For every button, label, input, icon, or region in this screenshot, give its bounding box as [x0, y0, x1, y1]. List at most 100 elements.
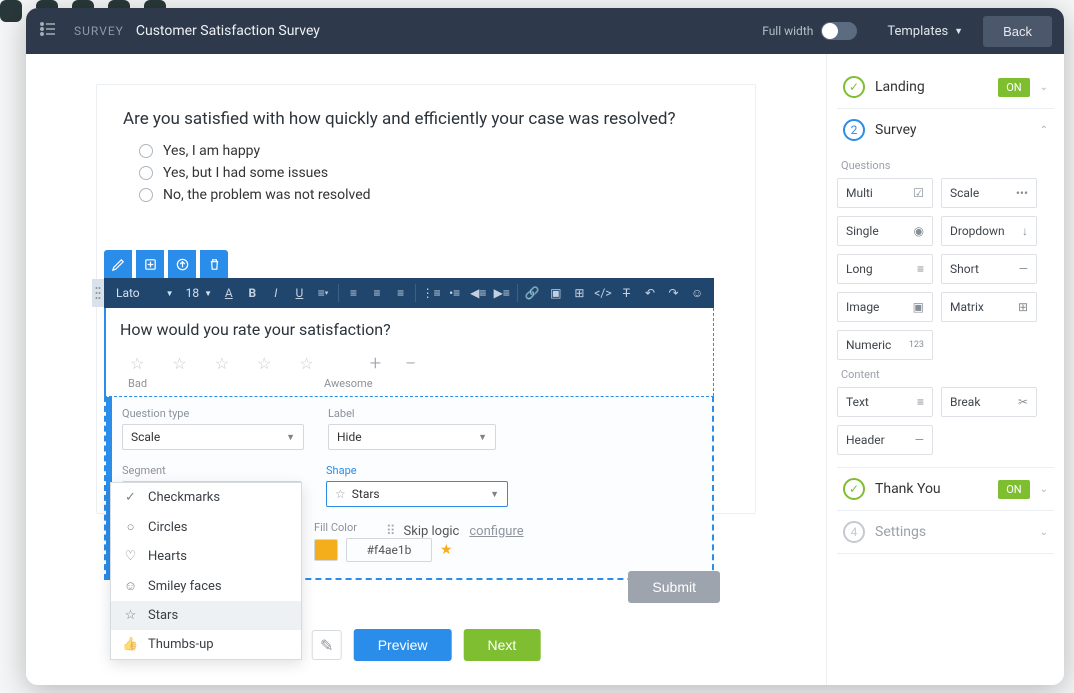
image-icon: ▣: [913, 300, 924, 314]
break-icon: ✂: [1018, 395, 1028, 409]
option-row[interactable]: No, the problem was not resolved: [139, 187, 729, 203]
scale-max-label: Awesome: [324, 377, 373, 390]
skip-logic-label: Skip logic: [404, 524, 460, 539]
dots-icon: •••: [1016, 186, 1028, 200]
step-landing[interactable]: ✓ Landing ON ⌄: [837, 66, 1054, 109]
on-badge: ON: [998, 78, 1029, 97]
theme-icon[interactable]: ✎: [312, 630, 342, 660]
qtype-matrix[interactable]: Matrix⊞: [941, 292, 1037, 322]
label-mode-select[interactable]: Hide▼: [328, 424, 496, 450]
shape-option-hearts[interactable]: ♡Hearts: [111, 542, 301, 571]
upload-icon[interactable]: [168, 250, 196, 278]
skip-logic-configure-link[interactable]: configure: [469, 524, 523, 539]
ctype-header[interactable]: Header—: [837, 425, 933, 455]
font-family-select[interactable]: Lato▼: [110, 286, 180, 300]
option-row[interactable]: Yes, I am happy: [139, 143, 729, 159]
italic-icon[interactable]: I: [265, 282, 287, 304]
chevron-down-icon: ⌄: [1040, 82, 1048, 93]
radio-icon: ◉: [914, 224, 924, 238]
color-hex-input[interactable]: #f4ae1b: [346, 538, 432, 562]
full-width-toggle[interactable]: [821, 22, 857, 40]
color-swatch[interactable]: [314, 539, 338, 561]
option-row[interactable]: Yes, but I had some issues: [139, 165, 729, 181]
question-type-select[interactable]: Scale▼: [122, 424, 304, 450]
duplicate-icon[interactable]: [136, 250, 164, 278]
shape-option-circles[interactable]: ○Circles: [111, 512, 301, 542]
qtype-short[interactable]: Short—: [941, 254, 1037, 284]
thumbs-up-icon: 👍: [123, 637, 138, 652]
indent-icon[interactable]: ▶≡: [491, 282, 513, 304]
star-preview-icon: ★: [440, 542, 453, 558]
back-button[interactable]: Back: [983, 16, 1052, 47]
on-badge: ON: [998, 480, 1029, 499]
ctype-break[interactable]: Break✂: [941, 387, 1037, 417]
qtype-long[interactable]: Long≡: [837, 254, 933, 284]
code-icon[interactable]: </>: [592, 282, 614, 304]
ol-icon[interactable]: ⋮≡: [420, 282, 442, 304]
right-panel: ✓ Landing ON ⌄ 2 Survey ⌃ Questions Mult…: [826, 54, 1064, 685]
align-left-icon[interactable]: ≡: [343, 282, 365, 304]
star-icon[interactable]: ☆: [257, 354, 271, 373]
templates-dropdown[interactable]: Templates▼: [887, 24, 963, 39]
star-icon[interactable]: ☆: [215, 354, 229, 373]
table-icon[interactable]: ⊞: [569, 282, 591, 304]
text-icon: ≡: [917, 395, 924, 409]
remove-star-icon[interactable]: −: [405, 351, 416, 375]
shape-option-stars[interactable]: ☆Stars: [111, 601, 301, 630]
submit-button[interactable]: Submit: [628, 571, 720, 603]
breadcrumb-label: SURVEY: [74, 24, 124, 38]
step-settings[interactable]: 4 Settings ⌄: [837, 511, 1054, 554]
drag-handle-icon[interactable]: [92, 279, 104, 307]
star-icon[interactable]: ☆: [299, 354, 313, 373]
menu-icon[interactable]: [38, 19, 58, 43]
field-label: Shape: [326, 464, 508, 477]
add-star-icon[interactable]: +: [370, 351, 381, 375]
qtype-numeric[interactable]: Numeric123: [837, 330, 933, 360]
outdent-icon[interactable]: ◀≡: [467, 282, 489, 304]
preview-button[interactable]: Preview: [354, 629, 452, 661]
numeric-icon: 123: [909, 340, 924, 350]
qtype-multi[interactable]: Multi☑: [837, 178, 933, 208]
align-right-icon[interactable]: ≡: [390, 282, 412, 304]
star-icon[interactable]: ☆: [130, 354, 144, 373]
qtype-dropdown[interactable]: Dropdown↓: [941, 216, 1037, 246]
clear-format-icon[interactable]: T: [616, 282, 638, 304]
ul-icon[interactable]: •≡: [444, 282, 466, 304]
ctype-text[interactable]: Text≡: [837, 387, 933, 417]
underline-icon[interactable]: U: [289, 282, 311, 304]
image-icon[interactable]: ▣: [545, 282, 567, 304]
step-number-icon: 2: [843, 119, 865, 141]
undo-icon[interactable]: ↶: [639, 282, 661, 304]
star-icon: ☆: [123, 608, 138, 623]
redo-icon[interactable]: ↷: [663, 282, 685, 304]
link-icon[interactable]: 🔗: [522, 282, 544, 304]
shape-select[interactable]: ☆Stars▼: [326, 481, 508, 507]
topbar: SURVEY Customer Satisfaction Survey Full…: [26, 8, 1064, 54]
radio-icon: [139, 166, 153, 180]
star-icon[interactable]: ☆: [172, 354, 186, 373]
question-2-text[interactable]: How would you rate your satisfaction?: [120, 320, 699, 339]
shape-option-checkmarks[interactable]: ✓Checkmarks: [111, 483, 301, 512]
qtype-scale[interactable]: Scale•••: [941, 178, 1037, 208]
emoji-icon[interactable]: ☺: [686, 282, 708, 304]
line-height-icon[interactable]: ≡▾: [312, 282, 334, 304]
qtype-image[interactable]: Image▣: [837, 292, 933, 322]
step-thankyou[interactable]: ✓ Thank You ON ⌄: [837, 467, 1054, 511]
qtype-single[interactable]: Single◉: [837, 216, 933, 246]
edit-icon[interactable]: [104, 250, 132, 278]
shape-option-smiley[interactable]: ☺Smiley faces: [111, 571, 301, 601]
font-size-select[interactable]: 18▼: [182, 286, 216, 300]
content-section-label: Content: [841, 368, 1054, 381]
align-center-icon[interactable]: ≡: [366, 282, 388, 304]
bold-icon[interactable]: B: [242, 282, 264, 304]
chevron-up-icon: ⌃: [1040, 125, 1048, 136]
next-button[interactable]: Next: [464, 629, 541, 661]
question-1-text: Are you satisfied with how quickly and e…: [123, 109, 729, 129]
font-color-icon[interactable]: A: [218, 282, 240, 304]
field-label: Label: [328, 407, 496, 420]
full-width-label: Full width: [762, 24, 813, 38]
step-survey[interactable]: 2 Survey ⌃: [837, 109, 1054, 151]
checkmark-icon: ✓: [123, 490, 138, 505]
shape-option-thumbs[interactable]: 👍Thumbs-up: [111, 630, 301, 659]
delete-icon[interactable]: [200, 250, 228, 278]
